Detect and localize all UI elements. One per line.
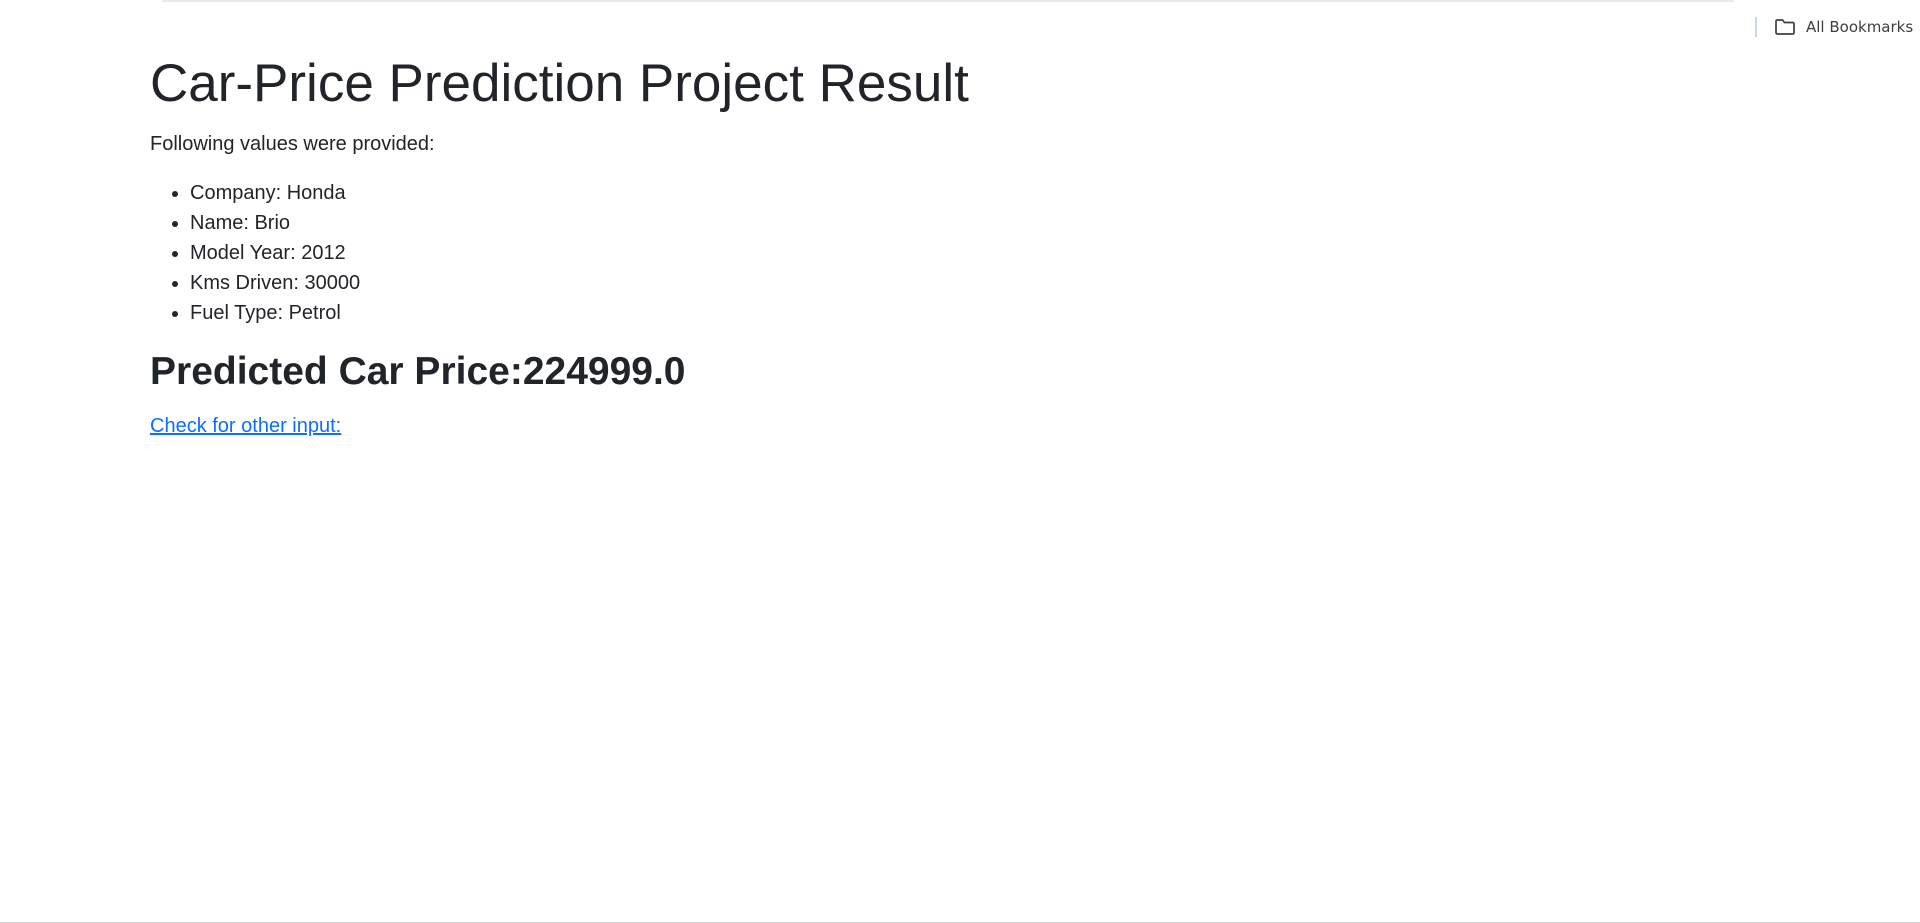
all-bookmarks-label: All Bookmarks (1806, 18, 1914, 36)
all-bookmarks-button[interactable]: All Bookmarks (1774, 14, 1913, 40)
check-other-input-link[interactable]: Check for other input: (150, 412, 341, 440)
main-content: Car-Price Prediction Project Result Foll… (150, 52, 1650, 440)
predicted-price-heading: Predicted Car Price:224999.0 (150, 350, 686, 393)
list-item-company: Company: Honda (190, 178, 1650, 208)
list-item-fuel-type: Fuel Type: Petrol (190, 298, 1650, 328)
list-item-name: Name: Brio (190, 208, 1650, 238)
bookmarks-separator (1755, 17, 1757, 37)
bookmarks-bar: All Bookmarks (0, 0, 1920, 48)
list-item-model-year: Model Year: 2012 (190, 238, 1650, 268)
provided-values-list: Company: Honda Name: Brio Model Year: 20… (150, 178, 1650, 328)
list-item-kms-driven: Kms Driven: 30000 (190, 268, 1650, 298)
folder-icon (1774, 18, 1796, 36)
intro-text: Following values were provided: (150, 133, 435, 155)
bookmarks-bar-divider (162, 0, 1734, 2)
page-title: Car-Price Prediction Project Result (150, 54, 969, 113)
